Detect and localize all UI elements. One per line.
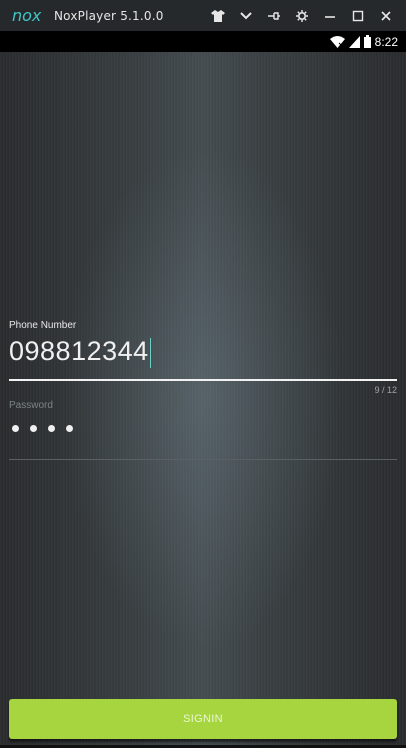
phone-number-label: Phone Number: [9, 320, 77, 331]
phone-number-value: 098812344: [9, 336, 149, 366]
password-label: Password: [9, 400, 53, 411]
signin-button[interactable]: SIGNIN: [9, 699, 397, 739]
close-icon[interactable]: [372, 0, 400, 31]
character-counter: 9 / 12: [374, 385, 397, 395]
window-controls: [204, 0, 400, 31]
password-mask-dot: [12, 425, 19, 432]
wifi-icon: [329, 35, 345, 48]
battery-icon: [363, 35, 371, 48]
status-clock: 8:22: [374, 34, 398, 49]
pin-icon[interactable]: [260, 0, 288, 31]
password-mask-dot: [66, 425, 73, 432]
gear-icon[interactable]: [288, 0, 316, 31]
shirt-icon[interactable]: [204, 0, 232, 31]
phone-number-underline: [9, 379, 397, 381]
signal-icon: [348, 35, 360, 48]
window-title: NoxPlayer 5.1.0.0: [54, 8, 164, 23]
minimize-icon[interactable]: [316, 0, 344, 31]
password-mask-dot: [48, 425, 55, 432]
password-underline: [9, 459, 397, 460]
text-cursor: [149, 337, 151, 368]
emulator-titlebar: nox NoxPlayer 5.1.0.0: [0, 0, 406, 31]
password-input[interactable]: [12, 425, 73, 432]
phone-number-input[interactable]: 098812344: [9, 336, 151, 368]
svg-text:nox: nox: [12, 8, 42, 24]
chevron-down-icon[interactable]: [232, 0, 260, 31]
nox-logo: nox: [12, 7, 50, 25]
password-mask-dot: [30, 425, 37, 432]
android-status-bar: 8:22: [0, 31, 406, 52]
maximize-icon[interactable]: [344, 0, 372, 31]
login-screen: [0, 52, 406, 745]
